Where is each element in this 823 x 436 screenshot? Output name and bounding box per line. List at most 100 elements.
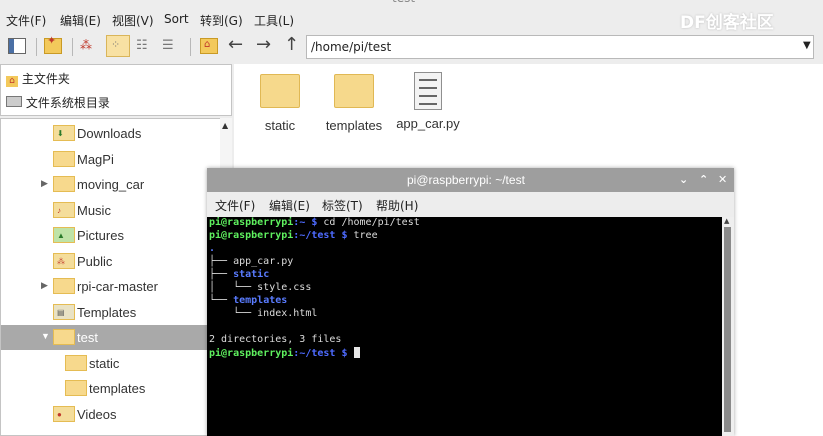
terminal-line: ├── static [209, 269, 269, 282]
close-icon[interactable]: ✕ [718, 173, 727, 186]
folder-icon [53, 150, 75, 167]
folder-icon [65, 354, 87, 371]
file-label: static [264, 118, 296, 133]
forward-arrow-icon[interactable]: → [256, 34, 274, 55]
file-label: templates [325, 118, 383, 133]
terminal-output[interactable]: pi@raspberrypi:~ $ cd /home/pi/test pi@r… [207, 217, 722, 436]
home-icon: ⌂ [6, 76, 18, 87]
back-arrow-icon[interactable]: ← [228, 34, 246, 55]
tree-item-label: Music [77, 202, 111, 218]
file-item-static[interactable]: static [240, 72, 320, 133]
tree-item-label: Public [77, 253, 113, 269]
file-item-templates[interactable]: templates [314, 72, 394, 133]
tree-item-templates[interactable]: templates [1, 376, 221, 401]
prompt-user: pi@raspberrypi [209, 230, 294, 241]
template-folder-icon: ▤ [53, 303, 75, 320]
detailed-list-view-icon[interactable]: ☰ [162, 38, 180, 54]
terminal-menu-tabs[interactable]: 标签(T) [322, 197, 363, 214]
tree-branch: ├── [209, 269, 234, 280]
places-panel: ⌂ 主文件夹 文件系统根目录 [0, 64, 232, 116]
tree-item-moving-car[interactable]: ▶ moving_car [1, 172, 221, 197]
prompt-path: :~ $ [293, 217, 318, 228]
menu-go[interactable]: 转到(G) [200, 12, 243, 29]
expand-arrow-icon[interactable]: ▶ [41, 178, 48, 189]
terminal-line: │ └── style.css [209, 282, 312, 293]
compact-view-icon[interactable]: ☷ [136, 38, 154, 54]
path-value: /home/pi/test [311, 40, 392, 54]
terminal-menu-edit[interactable]: 编辑(E) [269, 197, 310, 214]
download-folder-icon: ⬇ [53, 125, 75, 141]
tree-item-label: test [77, 330, 98, 345]
window-titlebar: test [0, 0, 823, 8]
thumbnail-view-icon[interactable]: ⁘ [106, 35, 130, 57]
scroll-up-arrow-icon[interactable]: ▲ [724, 217, 729, 225]
sidepane-toggle-icon[interactable] [8, 38, 26, 54]
terminal-titlebar: pi@raspberrypi: ~/test ⌄ ⌃ ✕ [207, 168, 734, 192]
watermark-text: DF创客社区 [680, 13, 774, 33]
directory-tree: ⬇ Downloads MagPi ▶ moving_car ♪ Music ▲ Picture… [0, 118, 232, 436]
minimize-icon[interactable]: ⌄ [679, 173, 688, 186]
terminal-line: pi@raspberrypi:~/test $ [209, 347, 360, 361]
tree-item-label: MagPi [77, 151, 114, 167]
prompt-path: :~/test $ [293, 230, 348, 241]
menu-sort[interactable]: Sort [164, 12, 189, 26]
tree-item-rpi-car-master[interactable]: ▶ rpi-car-master [1, 274, 221, 299]
toolbar-separator [72, 38, 73, 56]
folder-icon [53, 329, 75, 345]
menu-edit[interactable]: 编辑(E) [60, 12, 101, 29]
tree-item-music[interactable]: ♪ Music [1, 198, 221, 223]
dir-name: templates [233, 295, 288, 306]
file-item-app-car-py[interactable]: app_car.py [388, 72, 468, 131]
terminal-line: └── index.html [209, 308, 318, 319]
expand-arrow-icon[interactable]: ▶ [41, 280, 48, 291]
tree-item-label: moving_car [77, 177, 145, 192]
terminal-scrollbar[interactable]: ▲ [722, 217, 734, 436]
tree-item-label: templates [89, 381, 146, 396]
folder-icon [260, 74, 300, 108]
folder-icon [53, 176, 75, 192]
scrollbar-thumb[interactable] [724, 227, 731, 432]
maximize-icon[interactable]: ⌃ [699, 173, 708, 186]
folder-icon [65, 380, 87, 396]
tree-item-magpi[interactable]: MagPi [1, 147, 221, 172]
tree-item-public[interactable]: ⁂ Public [1, 249, 221, 274]
home-folder-icon[interactable]: ⌂ [200, 38, 218, 54]
tree-item-videos[interactable]: ● Videos [1, 402, 221, 427]
icon-view-icon[interactable]: ⁂ [80, 38, 98, 54]
new-folder-icon[interactable]: ✦ [44, 34, 62, 54]
tree-item-test[interactable]: ▼ test [1, 325, 221, 350]
terminal-window: pi@raspberrypi: ~/test ⌄ ⌃ ✕ 文件(F) 编辑(E)… [207, 168, 734, 436]
prompt-path: :~/test $ [293, 348, 348, 359]
terminal-line: . [209, 243, 216, 254]
up-arrow-icon[interactable]: ↑ [284, 34, 302, 55]
menu-file[interactable]: 文件(F) [6, 12, 46, 29]
terminal-menu-file[interactable]: 文件(F) [215, 197, 255, 214]
file-label: app_car.py [396, 116, 460, 131]
toolbar-separator [36, 38, 37, 56]
terminal-menu-help[interactable]: 帮助(H) [376, 197, 418, 214]
tree-item-templates[interactable]: ▤ Templates [1, 300, 221, 325]
watermark-logo: DF创客社区 [680, 8, 774, 33]
tree-item-static[interactable]: static [1, 351, 221, 376]
menu-tools[interactable]: 工具(L) [254, 12, 294, 29]
window-title: test [392, 0, 415, 5]
picture-folder-icon: ▲ [53, 227, 75, 243]
prompt-user: pi@raspberrypi [209, 348, 294, 359]
tree-item-downloads[interactable]: ⬇ Downloads [1, 121, 221, 146]
terminal-line: pi@raspberrypi:~/test $ tree [209, 230, 378, 243]
place-home[interactable]: ⌂ 主文件夹 [6, 70, 70, 87]
place-root-label: 文件系统根目录 [25, 96, 110, 110]
place-filesystem-root[interactable]: 文件系统根目录 [6, 94, 110, 111]
tree-item-pictures[interactable]: ▲ Pictures [1, 223, 221, 248]
tree-branch: └── [209, 295, 234, 306]
path-input[interactable]: /home/pi/test ▼ [306, 35, 814, 59]
terminal-line: └── templates [209, 295, 287, 308]
folder-icon [53, 278, 75, 294]
cursor [353, 347, 360, 358]
scroll-up-arrow-icon[interactable]: ▲ [222, 121, 228, 130]
menu-view[interactable]: 视图(V) [112, 12, 154, 29]
share-folder-icon: ⁂ [53, 252, 75, 269]
chevron-down-icon[interactable]: ▼ [803, 40, 811, 51]
collapse-arrow-icon[interactable]: ▼ [41, 331, 50, 341]
toolbar-separator [190, 38, 191, 56]
